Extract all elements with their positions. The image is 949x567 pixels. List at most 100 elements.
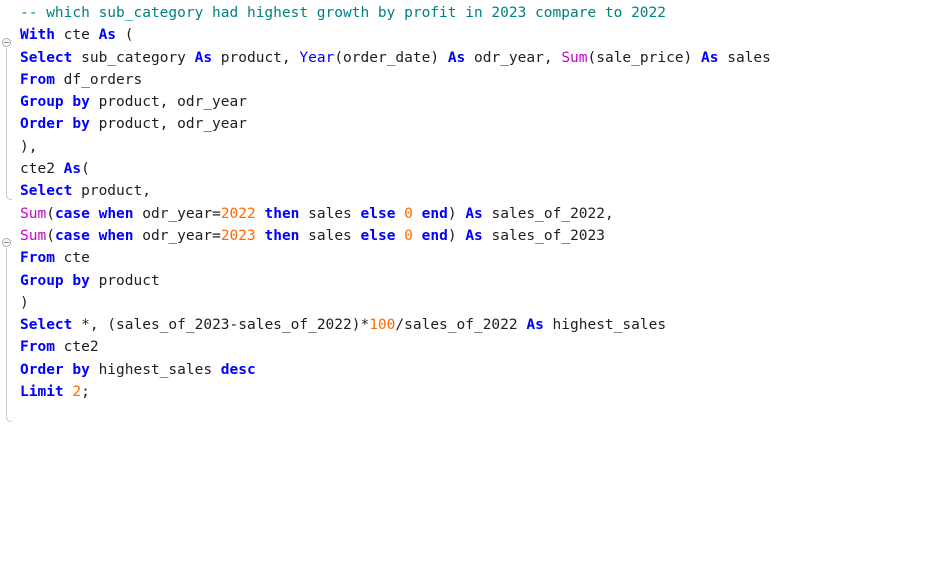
code-line[interactable]: ),: [20, 136, 949, 158]
code-token-kw: As: [465, 205, 483, 222]
code-token-kw: As: [526, 317, 544, 334]
code-token-fn: Year: [299, 49, 335, 66]
code-token-kw: end: [421, 227, 448, 244]
code-line[interactable]: ): [20, 292, 949, 314]
code-token-cmt: -- which sub_category had highest growth…: [20, 5, 667, 21]
sql-editor[interactable]: -- which sub_category had highest growth…: [0, 0, 949, 567]
code-token-ident: cte: [54, 250, 90, 267]
code-token-num: 2022: [220, 205, 256, 222]
code-token-kw: else: [360, 205, 396, 222]
code-area[interactable]: -- which sub_category had highest growth…: [20, 2, 949, 403]
code-token-ident: highest_sales: [543, 317, 667, 334]
fold-guide-line: [6, 48, 7, 194]
code-token-kw: From: [20, 250, 55, 267]
code-token-kw: With: [20, 27, 55, 44]
code-token-op: (: [46, 205, 55, 222]
code-token-kw: As: [63, 161, 82, 178]
code-token-kw: then: [264, 227, 300, 244]
code-token-ident: cte2: [20, 161, 64, 178]
collapse-cte2-icon[interactable]: [2, 238, 11, 247]
code-token-kw: As: [194, 49, 213, 66]
code-token-ident: /sales_of_2022: [395, 317, 527, 334]
code-token-num: 0: [404, 227, 413, 244]
code-line[interactable]: From cte2: [20, 336, 949, 358]
code-token-op: [413, 228, 422, 244]
code-token-ident: odr_year=: [133, 227, 221, 244]
code-line[interactable]: cte2 As(: [20, 158, 949, 180]
fold-gutter: [0, 0, 18, 567]
code-token-ident: sub_category: [72, 49, 195, 66]
code-token-agg: Sum: [20, 205, 47, 222]
code-token-ident: odr_year,: [465, 49, 562, 66]
code-line[interactable]: Order by product, odr_year: [20, 113, 949, 135]
code-token-op: ;: [81, 384, 90, 401]
code-token-op: ): [447, 205, 466, 222]
code-token-kw: Order by: [20, 116, 90, 133]
code-token-kw: case when: [54, 227, 134, 244]
code-line[interactable]: From cte: [20, 247, 949, 269]
fold-end-marker: [6, 416, 12, 422]
code-token-ident: product,: [72, 183, 151, 200]
code-token-num: 2: [72, 384, 82, 401]
code-token-kw: Order by: [20, 361, 90, 378]
code-token-ident: sales: [299, 227, 361, 244]
code-token-ident: highest_sales: [89, 361, 221, 378]
code-token-kw: Group by: [20, 272, 90, 289]
code-token-ident: (order_date): [334, 49, 448, 66]
code-token-ident: product: [89, 272, 160, 289]
code-token-op: (: [116, 27, 134, 44]
code-token-op: ): [447, 227, 466, 244]
code-line[interactable]: -- which sub_category had highest growth…: [20, 2, 949, 24]
code-token-kw: then: [264, 205, 300, 222]
code-line[interactable]: Sum(case when odr_year=2022 then sales e…: [20, 203, 949, 225]
code-token-op: [395, 206, 404, 222]
code-token-kw: As: [465, 227, 483, 244]
code-token-op: [395, 228, 404, 244]
code-token-kw: desc: [220, 361, 256, 378]
code-token-kw: Group by: [20, 94, 90, 111]
code-token-kw: From: [20, 71, 55, 88]
code-token-ident: *, (sales_of_2023-sales_of_2022)*: [72, 317, 370, 334]
code-token-op: [413, 206, 422, 222]
code-token-op: (: [81, 161, 90, 178]
code-token-kw: Select: [20, 49, 73, 66]
code-line[interactable]: Group by product, odr_year: [20, 91, 949, 113]
code-token-num: 100: [369, 317, 396, 334]
code-token-ident: df_orders: [54, 71, 143, 88]
code-line[interactable]: Select sub_category As product, Year(ord…: [20, 47, 949, 69]
code-token-op: (: [46, 227, 55, 244]
code-token-kw: Limit: [20, 384, 64, 401]
code-line[interactable]: With cte As (: [20, 24, 949, 46]
code-token-ident: cte: [54, 27, 99, 44]
code-line[interactable]: Order by highest_sales desc: [20, 359, 949, 381]
code-token-ident: product, odr_year: [89, 116, 247, 133]
code-token-op: ),: [20, 138, 38, 155]
code-line[interactable]: Group by product: [20, 270, 949, 292]
code-line[interactable]: Sum(case when odr_year=2023 then sales e…: [20, 225, 949, 247]
code-token-kw: As: [98, 27, 117, 44]
code-token-kw: As: [701, 49, 719, 66]
code-token-ident: sales: [718, 49, 771, 66]
code-token-kw: As: [447, 49, 466, 66]
code-token-ident: sales_of_2023: [482, 227, 606, 244]
code-token-ident: sales: [299, 205, 361, 222]
code-token-ident: odr_year=: [133, 205, 221, 222]
code-token-kw: else: [360, 227, 396, 244]
fold-end-marker: [6, 194, 12, 200]
code-token-kw: Select: [20, 183, 73, 200]
code-token-ident: sales_of_2022,: [482, 205, 614, 222]
code-token-op: ): [20, 294, 29, 311]
code-token-ident: (sale_price): [587, 49, 702, 66]
code-token-kw: case when: [54, 205, 134, 222]
collapse-cte-icon[interactable]: [2, 38, 11, 47]
code-token-ident: cte2: [54, 339, 99, 356]
code-line[interactable]: From df_orders: [20, 69, 949, 91]
code-line[interactable]: Select product,: [20, 180, 949, 202]
code-token-ident: product, odr_year: [89, 94, 247, 111]
code-token-kw: Select: [20, 317, 73, 334]
code-token-num: 2023: [220, 227, 256, 244]
code-line[interactable]: Limit 2;: [20, 381, 949, 403]
code-token-num: 0: [404, 205, 413, 222]
code-token-agg: Sum: [561, 49, 588, 66]
code-line[interactable]: Select *, (sales_of_2023-sales_of_2022)*…: [20, 314, 949, 336]
